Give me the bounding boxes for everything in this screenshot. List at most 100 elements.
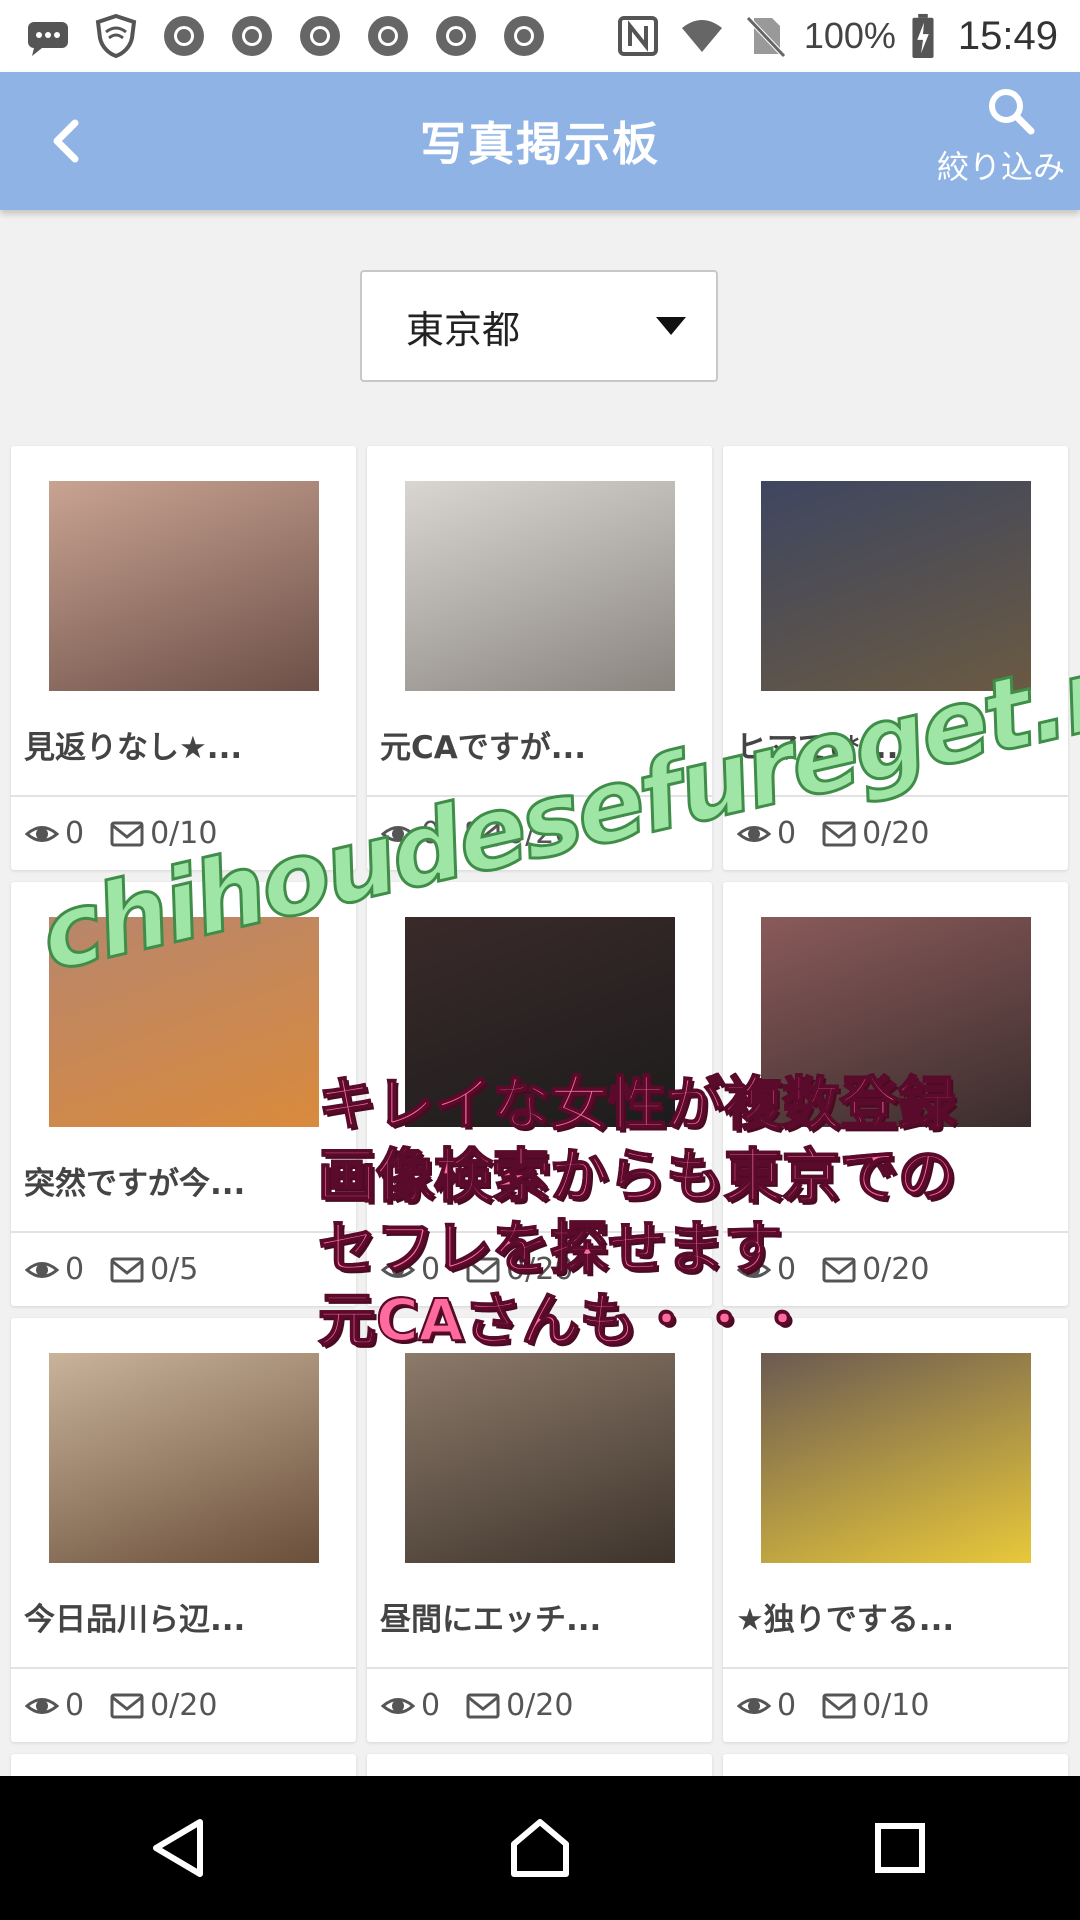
post-title: 今日品川ら辺...: [24, 1602, 246, 1638]
message-count-value: 0/10: [150, 816, 218, 851]
chrome-icon: [430, 10, 482, 62]
post-thumbnail[interactable]: [405, 481, 675, 691]
post-thumbnail[interactable]: [405, 917, 675, 1127]
page-title: 写真掲示板: [420, 117, 660, 171]
message-count: 0/10: [822, 1688, 929, 1723]
eye-icon: [381, 1697, 415, 1714]
mail-icon: [822, 1257, 856, 1282]
view-count: 0: [25, 1252, 84, 1287]
view-count: 0: [25, 1688, 84, 1723]
view-count-value: 0: [777, 1252, 797, 1287]
nav-home-button[interactable]: [490, 1798, 590, 1898]
battery-charging-icon: [908, 10, 938, 62]
message-count: 0/20: [822, 816, 929, 851]
view-count-value: 0: [65, 1688, 85, 1723]
post-title: 突然ですが今...: [24, 1166, 246, 1202]
post-thumbnail[interactable]: [49, 481, 319, 691]
post-title: 元CAですが...: [380, 730, 587, 766]
post-stats: 0 0/20: [367, 1667, 712, 1742]
status-bar: 100% 15:49: [0, 0, 1080, 72]
view-count: 0: [381, 1252, 440, 1287]
view-count-value: 0: [421, 1252, 441, 1287]
post-stats: 0 0/10: [11, 795, 356, 870]
post-card[interactable]: 元CAですが... 0 0/20: [367, 446, 712, 870]
view-count: 0: [737, 1252, 796, 1287]
message-count: 0/20: [110, 1688, 217, 1723]
eye-icon: [381, 825, 415, 842]
post-thumbnail[interactable]: [405, 1353, 675, 1563]
mail-icon: [822, 1693, 856, 1718]
message-count: 0/10: [110, 816, 217, 851]
message-count: 0/20: [822, 1252, 929, 1287]
mail-icon: [466, 821, 500, 846]
search-icon: [989, 89, 1035, 135]
chrome-icon: [362, 10, 414, 62]
post-title: 見返りなし★...: [24, 730, 243, 766]
post-stats: 0 0/10: [723, 1667, 1068, 1742]
post-stats: 0 0/20: [723, 795, 1068, 870]
message-count-value: 0/10: [862, 1688, 930, 1723]
post-card[interactable]: ★独りでする... 0 0/10: [723, 1318, 1068, 1742]
nav-back-button[interactable]: [130, 1798, 230, 1898]
post-title: ヒマで(*´...: [736, 730, 911, 766]
message-count-value: 0/20: [862, 1252, 930, 1287]
caret-down-icon: [656, 317, 686, 335]
post-thumbnail[interactable]: [761, 1353, 1031, 1563]
mail-icon: [466, 1693, 500, 1718]
message-count-value: 0/20: [150, 1688, 218, 1723]
view-count: 0: [381, 1688, 440, 1723]
region-select[interactable]: 東京都: [360, 270, 718, 382]
mail-icon: [110, 1693, 144, 1718]
post-stats: 0 0/20: [723, 1231, 1068, 1306]
system-nav-bar: [0, 1776, 1080, 1920]
post-thumbnail[interactable]: [761, 917, 1031, 1127]
nav-recents-button[interactable]: [850, 1798, 950, 1898]
chrome-icon: [498, 10, 550, 62]
post-thumbnail[interactable]: [49, 1353, 319, 1563]
post-card[interactable]: 0 0/20: [367, 882, 712, 1306]
view-count-value: 0: [777, 816, 797, 851]
post-card[interactable]: 今日品川ら辺... 0 0/20: [11, 1318, 356, 1742]
nfc-icon: [612, 10, 664, 62]
chrome-icon: [226, 10, 278, 62]
post-card[interactable]: 突然ですが今... 0 0/5: [11, 882, 356, 1306]
message-count: 0/20: [466, 1688, 573, 1723]
view-count-value: 0: [777, 1688, 797, 1723]
no-sim-icon: [740, 10, 792, 62]
message-count: 0/20: [466, 1252, 573, 1287]
chrome-icon: [158, 10, 210, 62]
message-count-value: 0/5: [150, 1252, 199, 1287]
filter-button[interactable]: 絞り込み: [926, 86, 1076, 202]
view-count: 0: [25, 816, 84, 851]
eye-icon: [25, 1697, 59, 1714]
post-card[interactable]: ヒマで(*´... 0 0/20: [723, 446, 1068, 870]
post-title: ★独りでする...: [736, 1602, 955, 1638]
post-stats: 0 0/5: [11, 1231, 356, 1306]
view-count-value: 0: [421, 1688, 441, 1723]
app-bar: 写真掲示板 絞り込み: [0, 72, 1080, 210]
wifi-icon: [676, 10, 728, 62]
mail-icon: [110, 1257, 144, 1282]
view-count-value: 0: [65, 816, 85, 851]
eye-icon: [737, 1261, 771, 1278]
message-count-value: 0/20: [862, 816, 930, 851]
message-count: 0/5: [110, 1252, 198, 1287]
square-recents-icon: [875, 1823, 925, 1873]
eye-icon: [25, 1261, 59, 1278]
post-thumbnail[interactable]: [761, 481, 1031, 691]
triangle-back-icon: [153, 1819, 203, 1877]
view-count: 0: [737, 1688, 796, 1723]
post-card[interactable]: 見返りなし★... 0 0/10: [11, 446, 356, 870]
eye-icon: [381, 1261, 415, 1278]
post-card[interactable]: 昼間にエッチ... 0 0/20: [367, 1318, 712, 1742]
post-grid: 見返りなし★... 0 0/10 元CAですが... 0 0/20 ヒマで(*´... 0 0/…: [11, 446, 1069, 1784]
message-count-value: 0/20: [506, 1252, 574, 1287]
filter-label: 絞り込み: [936, 148, 1065, 186]
view-count: 0: [381, 816, 440, 851]
post-card[interactable]: 0 0/20: [723, 882, 1068, 1306]
eye-icon: [737, 825, 771, 842]
message-icon: [22, 10, 74, 62]
view-count-value: 0: [65, 1252, 85, 1287]
eye-icon: [25, 825, 59, 842]
post-thumbnail[interactable]: [49, 917, 319, 1127]
